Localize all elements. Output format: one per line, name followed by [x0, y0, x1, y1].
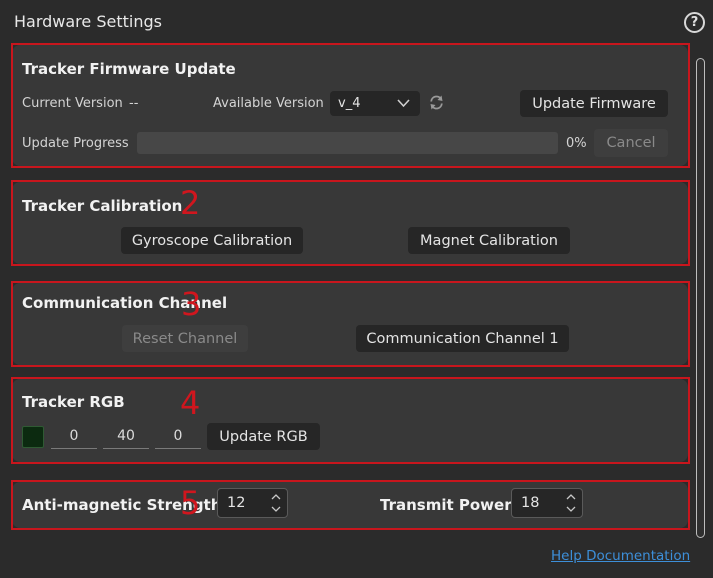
cancel-button[interactable]: Cancel — [594, 129, 668, 157]
update-progress-bar — [137, 132, 558, 154]
rgb-color-swatch — [22, 426, 44, 448]
section-marker-2: 2 — [180, 184, 201, 222]
rgb-red-input[interactable]: 0 — [51, 424, 97, 449]
anti-magnetic-strength-value: 12 — [227, 495, 246, 511]
reset-channel-button[interactable]: Reset Channel — [122, 325, 248, 352]
version-select[interactable]: v_4 — [330, 91, 420, 116]
rgb-green-input[interactable]: 40 — [103, 424, 149, 449]
update-progress-label: Update Progress — [22, 136, 129, 151]
magnet-calibration-button[interactable]: Magnet Calibration — [408, 227, 570, 254]
section-marker-3: 3 — [181, 285, 202, 323]
transmit-power-value: 18 — [521, 495, 540, 511]
available-version-label: Available Version — [213, 96, 324, 111]
transmit-power-label: Transmit Power — [380, 496, 512, 514]
communication-channel-button[interactable]: Communication Channel 1 — [356, 325, 569, 352]
rgb-highlight — [11, 377, 690, 464]
current-version-value: -- — [129, 96, 139, 111]
refresh-icon[interactable] — [428, 94, 445, 111]
version-select-value: v_4 — [338, 96, 361, 111]
current-version-label: Current Version — [22, 96, 123, 111]
update-firmware-button[interactable]: Update Firmware — [520, 90, 668, 117]
gyroscope-calibration-button[interactable]: Gyroscope Calibration — [121, 227, 303, 254]
spin-arrows-icon[interactable] — [566, 492, 576, 514]
transmit-power-spinbox[interactable]: 18 — [511, 488, 583, 518]
section-marker-4: 4 — [180, 384, 201, 422]
help-icon[interactable]: ? — [684, 12, 705, 33]
rgb-blue-input[interactable]: 0 — [155, 424, 201, 449]
update-progress-text: 0% — [566, 136, 587, 151]
window-title: Hardware Settings — [14, 12, 162, 31]
update-rgb-button[interactable]: Update RGB — [207, 423, 320, 450]
firmware-title: Tracker Firmware Update — [22, 60, 236, 78]
help-documentation-link[interactable]: Help Documentation — [551, 548, 690, 564]
vertical-scrollbar[interactable] — [696, 58, 705, 538]
calibration-highlight — [11, 180, 690, 266]
spin-arrows-icon[interactable] — [271, 492, 281, 514]
chevron-down-icon — [397, 99, 410, 108]
calibration-title: Tracker Calibration — [22, 197, 183, 215]
section-marker-5: 5 — [180, 484, 201, 522]
anti-magnetic-strength-spinbox[interactable]: 12 — [217, 488, 288, 518]
rgb-title: Tracker RGB — [22, 393, 125, 411]
